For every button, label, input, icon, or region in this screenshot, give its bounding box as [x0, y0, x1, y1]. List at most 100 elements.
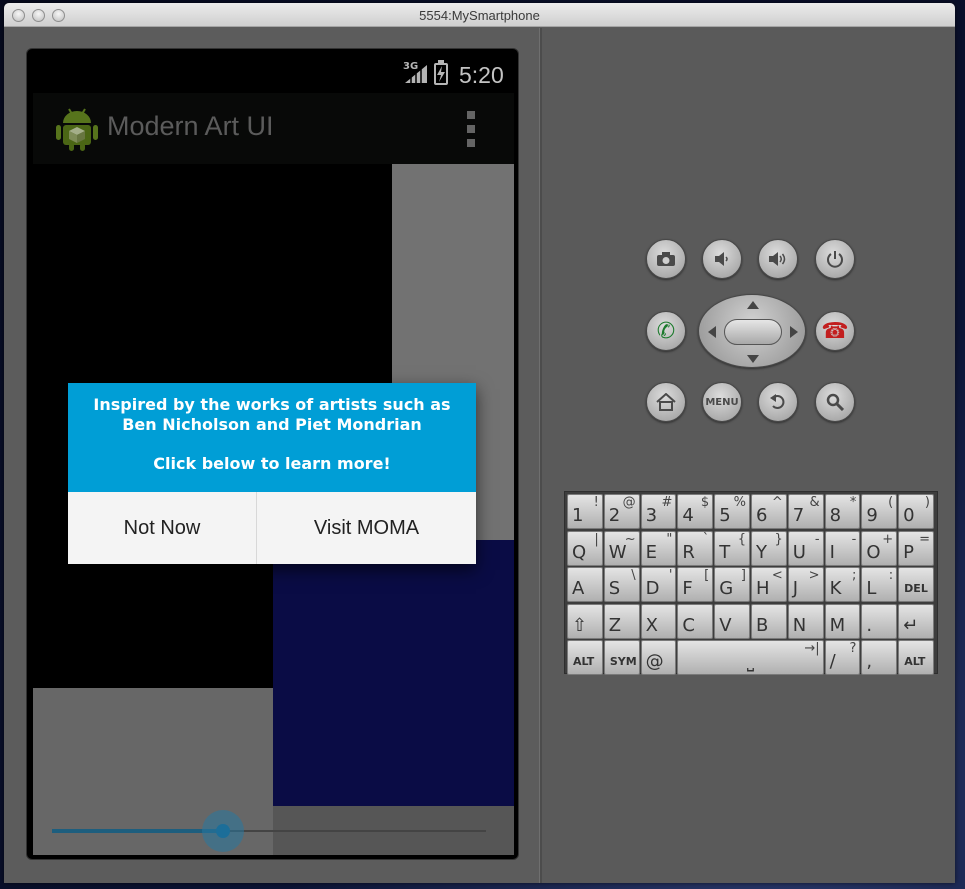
- key-label: 1: [572, 505, 584, 526]
- key[interactable]: K;: [824, 567, 861, 602]
- key[interactable]: J >: [787, 567, 824, 602]
- controls-pane: ✆ ☎ MENU 1! 2 @3 #4 $5% 6 ^ 7 & 8 * 9(0) Q | W ~ E " R ` T{Y…: [542, 28, 955, 883]
- key[interactable]: G]: [714, 567, 750, 602]
- key-alt-label: →|: [804, 641, 820, 656]
- menu-button[interactable]: MENU: [702, 382, 742, 422]
- key[interactable]: 9(: [861, 494, 898, 529]
- key[interactable]: ALT: [898, 640, 935, 675]
- key[interactable]: Y}: [750, 530, 787, 566]
- key[interactable]: 7 &: [787, 494, 824, 529]
- key-label: P: [903, 541, 915, 563]
- key[interactable]: T{: [714, 530, 750, 566]
- key[interactable]: A: [567, 567, 603, 602]
- key[interactable]: R `: [677, 530, 714, 566]
- back-button[interactable]: [758, 382, 798, 422]
- emulator-window: 5554:MySmartphone 3G 5:20 Modern Art UI …: [4, 3, 955, 883]
- key[interactable]: DEL: [898, 567, 934, 602]
- end-call-icon: ☎: [821, 318, 849, 344]
- key[interactable]: ⎵ →|: [677, 640, 824, 675]
- power-button[interactable]: [815, 239, 855, 279]
- key-alt-label: ^: [771, 495, 783, 510]
- key-label: /: [829, 651, 836, 672]
- key[interactable]: B: [750, 603, 787, 639]
- key-alt-label: $: [700, 495, 710, 510]
- device-pane: 3G 5:20 Modern Art UI Inspired by the wo…: [4, 28, 539, 883]
- not-now-button[interactable]: Not Now: [68, 492, 257, 564]
- key[interactable]: D ': [640, 567, 677, 602]
- key[interactable]: SYM: [603, 640, 640, 675]
- dpad-right-icon[interactable]: [790, 326, 798, 338]
- key[interactable]: H <: [750, 567, 787, 602]
- dialog-message: Inspired by the works of artists such as…: [68, 383, 476, 492]
- key[interactable]: ALT: [567, 640, 603, 675]
- key-label: C: [682, 614, 695, 636]
- key[interactable]: P =: [898, 530, 934, 566]
- call-button[interactable]: ✆: [646, 311, 686, 351]
- dpad[interactable]: [698, 294, 806, 368]
- key[interactable]: ,: [861, 640, 898, 675]
- key[interactable]: M: [824, 603, 861, 639]
- key-label: E: [645, 541, 657, 563]
- key[interactable]: 6 ^: [750, 494, 787, 529]
- key[interactable]: 1!: [567, 494, 603, 529]
- home-button[interactable]: [646, 382, 686, 422]
- key[interactable]: X: [640, 603, 677, 639]
- key-label: 8: [829, 505, 842, 526]
- key-alt-label: ': [668, 568, 673, 583]
- key-label: Q: [572, 541, 587, 563]
- key[interactable]: V: [714, 603, 750, 639]
- key-label: M: [829, 614, 846, 636]
- key[interactable]: F[: [677, 567, 714, 602]
- dpad-down-icon[interactable]: [747, 355, 759, 363]
- key[interactable]: 4 $: [677, 494, 714, 529]
- key[interactable]: 8 *: [824, 494, 861, 529]
- volume-up-icon: [769, 252, 786, 266]
- key-label: Y: [755, 541, 767, 563]
- key[interactable]: Z: [603, 603, 640, 639]
- key[interactable]: @: [640, 640, 677, 675]
- key[interactable]: C: [677, 603, 714, 639]
- key-label: ⇧: [572, 614, 588, 636]
- key-alt-label: ]: [740, 568, 746, 583]
- key[interactable]: S \: [603, 567, 640, 602]
- camera-button[interactable]: [646, 239, 686, 279]
- key-alt-label: &: [809, 495, 820, 510]
- key[interactable]: W ~: [603, 530, 640, 566]
- key-label: .: [866, 614, 873, 636]
- key-alt-label: ;: [851, 568, 857, 583]
- key-label: DEL: [904, 582, 928, 595]
- key[interactable]: 0): [898, 494, 934, 529]
- dpad-left-icon[interactable]: [708, 326, 716, 338]
- volume-down-icon: [715, 252, 728, 266]
- volume-up-button[interactable]: [758, 239, 798, 279]
- key[interactable]: L:: [861, 567, 898, 602]
- key[interactable]: 5%: [714, 494, 750, 529]
- key[interactable]: N: [787, 603, 824, 639]
- visit-moma-button[interactable]: Visit MOMA: [257, 492, 476, 564]
- volume-down-button[interactable]: [702, 239, 742, 279]
- key-label: ⎵: [746, 651, 755, 672]
- key[interactable]: Q |: [567, 530, 603, 566]
- key[interactable]: O +: [861, 530, 898, 566]
- key[interactable]: /?: [824, 640, 861, 675]
- key-alt-label: `: [702, 531, 710, 547]
- key[interactable]: E ": [640, 530, 677, 566]
- key-label: 9: [866, 505, 878, 526]
- device-screen[interactable]: 3G 5:20 Modern Art UI Inspired by the wo…: [33, 57, 514, 855]
- key-alt-label: |: [594, 531, 599, 547]
- key[interactable]: ↵: [898, 603, 934, 639]
- key[interactable]: ⇧: [567, 603, 603, 639]
- dpad-up-icon[interactable]: [747, 301, 759, 309]
- key[interactable]: I-: [824, 530, 861, 566]
- end-call-button[interactable]: ☎: [815, 311, 855, 351]
- key-alt-label: {: [737, 531, 746, 547]
- key-label: R: [682, 541, 695, 563]
- key-alt-label: #: [661, 495, 673, 510]
- key[interactable]: 3 #: [640, 494, 677, 529]
- key-label: ALT: [904, 655, 926, 668]
- key[interactable]: .: [861, 603, 898, 639]
- key[interactable]: 2 @: [603, 494, 640, 529]
- key[interactable]: U-: [787, 530, 824, 566]
- dpad-center-button[interactable]: [724, 319, 782, 345]
- search-button[interactable]: [815, 382, 855, 422]
